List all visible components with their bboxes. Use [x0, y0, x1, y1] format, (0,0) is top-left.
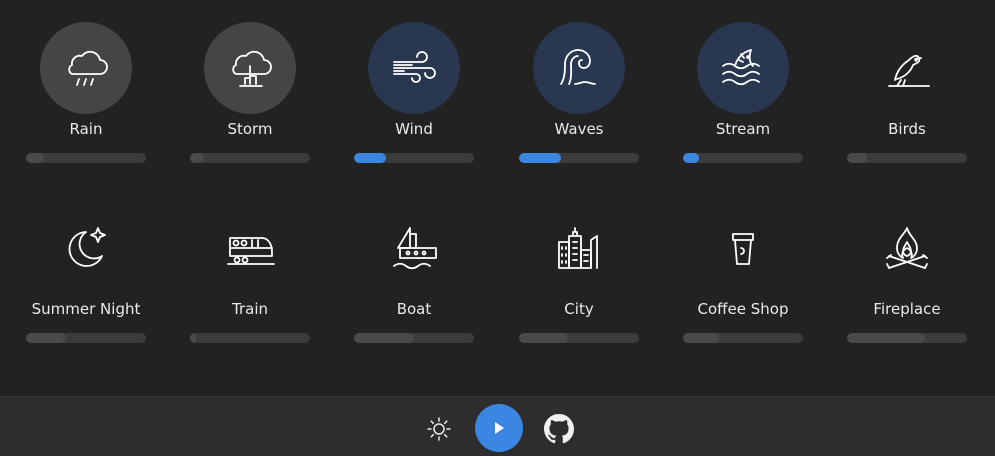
volume-fill	[847, 153, 868, 163]
summer-night-icon-button[interactable]	[40, 202, 132, 294]
volume-fill	[190, 153, 205, 163]
sound-tile-city[interactable]: City	[497, 202, 661, 372]
sound-tile-storm[interactable]: Storm	[168, 22, 332, 192]
sound-tile-wind[interactable]: Wind	[332, 22, 496, 192]
sound-tile-stream[interactable]: Stream	[661, 22, 825, 192]
volume-slider[interactable]	[519, 153, 639, 163]
sound-grid: Rain Storm Wind Waves Stream Birds Summe…	[0, 0, 995, 396]
sound-label: Birds	[888, 120, 926, 138]
sound-label: Waves	[554, 120, 604, 138]
volume-slider[interactable]	[683, 153, 803, 163]
sound-label: City	[564, 300, 594, 318]
wind-icon	[393, 51, 436, 83]
volume-fill	[26, 153, 44, 163]
rain-icon-button[interactable]	[40, 22, 132, 114]
birds-icon	[888, 54, 930, 87]
volume-fill	[26, 333, 66, 343]
sound-label: Train	[232, 300, 268, 318]
sound-label: Stream	[715, 120, 771, 138]
sound-tile-coffee-shop[interactable]: Coffee Shop	[661, 202, 825, 372]
play-icon	[495, 422, 504, 434]
waves-icon	[560, 49, 596, 85]
stream-icon-button[interactable]	[697, 22, 789, 114]
sound-label: Wind	[395, 120, 433, 138]
volume-fill	[683, 333, 719, 343]
sound-label: Boat	[396, 300, 432, 318]
github-icon	[544, 414, 574, 444]
sound-tile-fireplace[interactable]: Fireplace	[825, 202, 989, 372]
sun-icon	[427, 417, 451, 441]
fireplace-icon-button[interactable]	[861, 202, 953, 294]
volume-fill	[190, 333, 196, 343]
fireplace-icon	[886, 227, 928, 269]
rain-icon	[68, 50, 108, 86]
train-icon	[227, 237, 275, 265]
sound-tile-boat[interactable]: Boat	[332, 202, 496, 372]
waves-icon-button[interactable]	[533, 22, 625, 114]
volume-slider[interactable]	[26, 333, 146, 343]
boat-icon	[393, 227, 437, 270]
volume-slider[interactable]	[354, 333, 474, 343]
volume-fill	[354, 153, 387, 163]
volume-slider[interactable]	[190, 333, 310, 343]
volume-slider[interactable]	[190, 153, 310, 163]
sound-label: Coffee Shop	[697, 300, 789, 318]
wind-icon-button[interactable]	[368, 22, 460, 114]
github-link[interactable]	[543, 413, 575, 445]
sound-tile-summer-night[interactable]: Summer Night	[4, 202, 168, 372]
volume-fill	[519, 153, 561, 163]
sound-tile-waves[interactable]: Waves	[497, 22, 661, 192]
sound-tile-rain[interactable]: Rain	[4, 22, 168, 192]
volume-slider[interactable]	[26, 153, 146, 163]
sound-label: Storm	[227, 120, 273, 138]
sound-tile-birds[interactable]: Birds	[825, 22, 989, 192]
sound-label: Summer Night	[31, 300, 141, 318]
coffee-shop-icon	[732, 233, 754, 265]
sound-label: Fireplace	[873, 300, 941, 318]
coffee-shop-icon-button[interactable]	[697, 202, 789, 294]
play-button[interactable]	[475, 404, 523, 452]
volume-fill	[847, 333, 925, 343]
storm-icon	[232, 50, 272, 87]
volume-fill	[354, 333, 414, 343]
boat-icon-button[interactable]	[368, 202, 460, 294]
city-icon	[558, 227, 598, 269]
train-icon-button[interactable]	[204, 202, 296, 294]
volume-fill	[519, 333, 569, 343]
footer-bar	[0, 396, 995, 456]
storm-icon-button[interactable]	[204, 22, 296, 114]
volume-slider[interactable]	[519, 333, 639, 343]
volume-fill	[683, 153, 699, 163]
sound-label: Rain	[69, 120, 103, 138]
volume-slider[interactable]	[683, 333, 803, 343]
birds-icon-button[interactable]	[861, 22, 953, 114]
summer-night-icon	[68, 227, 106, 267]
volume-slider[interactable]	[847, 333, 967, 343]
stream-icon	[722, 49, 760, 86]
volume-slider[interactable]	[354, 153, 474, 163]
city-icon-button[interactable]	[533, 202, 625, 294]
sound-tile-train[interactable]: Train	[168, 202, 332, 372]
theme-toggle-button[interactable]	[424, 414, 454, 444]
volume-slider[interactable]	[847, 153, 967, 163]
